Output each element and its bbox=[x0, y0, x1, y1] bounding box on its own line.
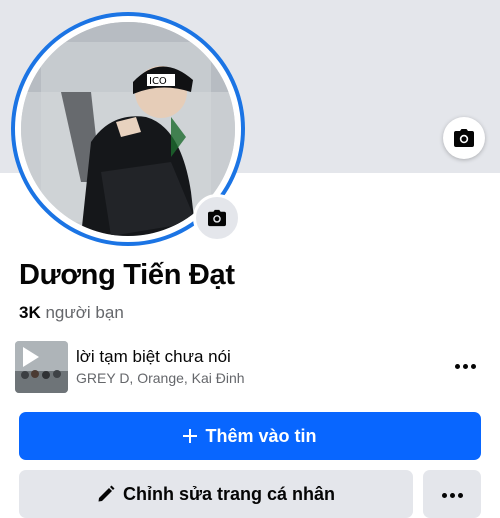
profile-name: Dương Tiến Đạt bbox=[19, 259, 235, 291]
music-artists: GREY D, Orange, Kai Đinh bbox=[76, 370, 245, 386]
profile-music[interactable]: lời tạm biệt chưa nói GREY D, Orange, Ka… bbox=[15, 339, 485, 393]
edit-profile-label: Chỉnh sửa trang cá nhân bbox=[122, 483, 336, 504]
camera-icon bbox=[454, 129, 474, 147]
svg-text:ICO: ICO bbox=[149, 76, 167, 87]
album-art-image bbox=[15, 341, 68, 393]
more-horizontal-icon bbox=[440, 485, 464, 503]
music-title: lời tạm biệt chưa nói bbox=[76, 347, 231, 366]
more-horizontal-icon bbox=[453, 356, 477, 374]
music-thumbnail[interactable] bbox=[15, 341, 68, 393]
add-to-story-button[interactable]: Thêm vào tin bbox=[19, 412, 481, 460]
camera-icon bbox=[208, 209, 226, 227]
add-to-story-label: Thêm vào tin bbox=[205, 425, 317, 446]
friends-count-value: 3K bbox=[19, 303, 41, 322]
edit-profile-button[interactable]: Chỉnh sửa trang cá nhân bbox=[19, 470, 413, 518]
edit-cover-button[interactable] bbox=[443, 117, 485, 159]
plus-icon bbox=[183, 429, 198, 443]
edit-avatar-button[interactable] bbox=[193, 194, 241, 242]
profile-more-button[interactable] bbox=[423, 470, 481, 518]
music-more-button[interactable] bbox=[451, 353, 479, 377]
pencil-icon bbox=[98, 485, 115, 502]
friends-count[interactable]: 3K người bạn bbox=[19, 303, 124, 323]
friends-count-label: người bạn bbox=[45, 303, 124, 322]
